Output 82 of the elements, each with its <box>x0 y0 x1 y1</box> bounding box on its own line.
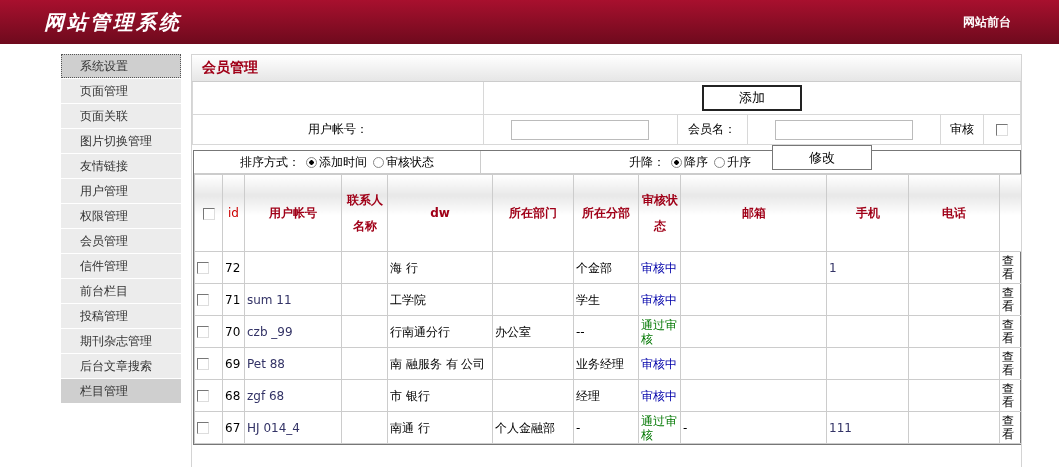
status-cell: 审核中 <box>641 292 677 307</box>
sidebar-item[interactable]: 友情链接 <box>61 154 181 178</box>
row-checkbox[interactable] <box>197 358 209 370</box>
table-cell: - <box>683 420 688 435</box>
table-cell: 72 <box>225 260 241 275</box>
panel-title: 会员管理 <box>192 55 1021 82</box>
table-cell: 业务经理 <box>576 356 624 371</box>
table-cell: 海 行 <box>390 260 418 275</box>
front-site-link[interactable]: 网站前台 <box>963 13 1011 31</box>
sidebar-item[interactable]: 信件管理 <box>61 254 181 278</box>
column-header: 手机 <box>855 205 880 222</box>
row-checkbox[interactable] <box>197 422 209 434</box>
sidebar-item[interactable]: 前台栏目 <box>61 279 181 303</box>
table-cell: 南通 行 <box>390 420 430 435</box>
table-cell: - <box>576 420 581 435</box>
table-cell: czb _99 <box>247 324 293 339</box>
table-cell: 个金部 <box>576 260 612 275</box>
table-cell: 71 <box>225 292 241 307</box>
table-cell: 南 融服务 有 公司 <box>390 356 486 371</box>
column-header: 邮箱 <box>741 205 766 222</box>
sidebar-item[interactable]: 页面关联 <box>61 104 181 128</box>
order-radio[interactable]: 升序 <box>714 153 751 171</box>
row-checkbox[interactable] <box>197 326 209 338</box>
table-cell: 1 <box>829 260 837 275</box>
table-cell: Pet 88 <box>247 356 285 371</box>
status-cell: 通过审核 <box>641 413 677 442</box>
sidebar-item[interactable]: 后台文章搜索 <box>61 354 181 378</box>
table-cell: zgf 68 <box>247 388 285 403</box>
sidebar-item[interactable]: 系统设置 <box>61 54 181 78</box>
member-input[interactable] <box>774 119 913 140</box>
table-cell: 学生 <box>576 292 600 307</box>
column-header: dw <box>430 205 450 222</box>
table-cell: 个人金融部 <box>495 420 555 435</box>
status-cell: 审核中 <box>641 260 677 275</box>
field-label: 用户帐号： <box>308 122 368 136</box>
order-label: 升降： <box>629 153 665 171</box>
table-cell: 工学院 <box>390 292 426 307</box>
table-cell: 办公室 <box>495 324 531 339</box>
row-checkbox[interactable] <box>197 262 209 274</box>
sidebar-item[interactable]: 用户管理 <box>61 179 181 203</box>
table-cell: 市 银行 <box>390 388 430 403</box>
table-cell: 行南通分行 <box>390 324 450 339</box>
status-cell: 审核中 <box>641 388 677 403</box>
sidebar-item[interactable]: 会员管理 <box>61 229 181 253</box>
site-title: 网站管理系统 <box>44 8 182 36</box>
sort-radio[interactable]: 审核状态 <box>373 153 434 171</box>
table-cell: 67 <box>225 420 241 435</box>
audit-checkbox[interactable] <box>996 124 1008 136</box>
table-cell: 69 <box>225 356 241 371</box>
add-button[interactable]: 添加 <box>702 85 802 111</box>
account-input[interactable] <box>511 119 650 140</box>
sidebar-item[interactable]: 页面管理 <box>61 79 181 103</box>
table-cell: 70 <box>225 324 241 339</box>
table-cell: 68 <box>225 388 241 403</box>
column-header: 联系人名称 <box>345 192 384 235</box>
order-radio[interactable]: 降序 <box>671 153 708 171</box>
column-header: id <box>228 205 239 222</box>
table-cell: 经理 <box>576 388 600 403</box>
sidebar-item[interactable]: 投稿管理 <box>61 304 181 328</box>
table-cell: sum 11 <box>247 292 292 307</box>
column-header: 所在分部 <box>582 205 630 222</box>
sidebar-item[interactable]: 图片切换管理 <box>61 129 181 153</box>
column-header: 电话 <box>942 205 966 222</box>
column-header: 审核状态 <box>641 192 678 235</box>
column-header: 用户帐号 <box>269 205 317 222</box>
status-cell: 审核中 <box>641 356 677 371</box>
sidebar-item[interactable]: 权限管理 <box>61 204 181 228</box>
field-label: 会员名： <box>688 122 736 136</box>
edit-button[interactable]: 修改 <box>772 145 872 170</box>
select-all-checkbox[interactable] <box>202 207 215 220</box>
status-cell: 通过审核 <box>641 317 677 346</box>
row-checkbox[interactable] <box>197 294 209 306</box>
sidebar-item[interactable]: 栏目管理 <box>61 379 181 403</box>
table-cell: HJ 014_4 <box>247 420 300 435</box>
table-cell: 111 <box>829 420 852 435</box>
row-checkbox[interactable] <box>197 390 209 402</box>
table-cell: -- <box>576 324 585 339</box>
sort-label: 排序方式： <box>240 153 300 171</box>
column-header: 所在部门 <box>509 205 557 222</box>
field-label: 审核 <box>950 122 974 136</box>
sidebar-item[interactable]: 期刊杂志管理 <box>61 329 181 353</box>
sort-radio[interactable]: 添加时间 <box>306 153 367 171</box>
